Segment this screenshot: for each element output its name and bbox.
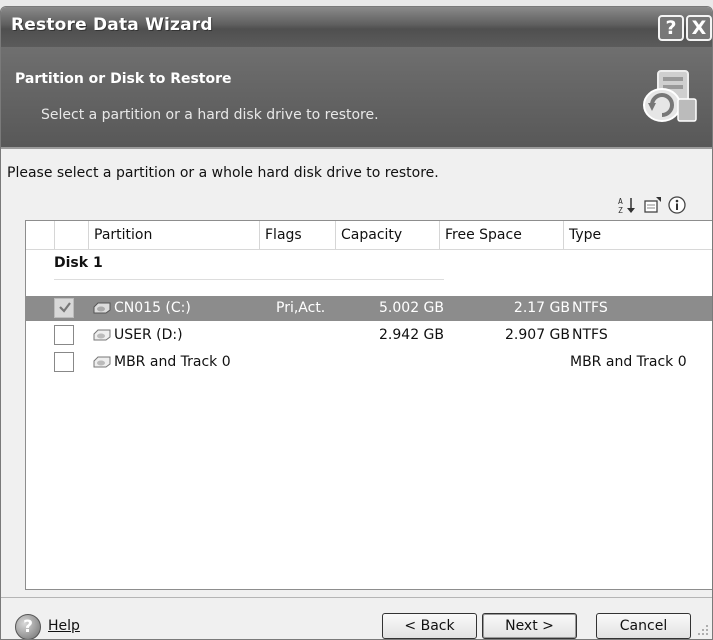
column-free-space[interactable]: Free Space bbox=[439, 221, 563, 249]
column-type[interactable]: Type bbox=[563, 221, 712, 249]
help-icon[interactable]: ? bbox=[15, 614, 41, 639]
step-title: Partition or Disk to Restore bbox=[15, 71, 232, 87]
partition-free-space: 2.17 GB bbox=[513, 300, 570, 316]
table-row[interactable]: MBR and Track 0 MBR and Track 0 bbox=[26, 350, 712, 375]
partition-name: MBR and Track 0 bbox=[114, 354, 231, 370]
partition-name: CN015 (C:) bbox=[114, 300, 191, 316]
header-separator bbox=[1, 147, 712, 149]
svg-text:Z: Z bbox=[618, 206, 623, 215]
next-button[interactable]: Next > bbox=[482, 613, 577, 639]
partition-free-space bbox=[439, 350, 570, 375]
partition-type: MBR and Track 0 bbox=[570, 354, 687, 370]
column-flags[interactable]: Flags bbox=[259, 221, 335, 249]
column-partition[interactable]: Partition bbox=[88, 221, 259, 249]
step-subtitle: Select a partition or a hard disk drive … bbox=[41, 107, 379, 123]
back-button[interactable]: < Back bbox=[382, 613, 477, 639]
hard-drive-icon bbox=[93, 302, 111, 314]
instruction-text: Please select a partition or a whole har… bbox=[7, 165, 439, 181]
help-title-button[interactable]: ? bbox=[658, 15, 684, 41]
partition-capacity: 5.002 GB bbox=[379, 300, 444, 316]
hard-drive-icon bbox=[93, 329, 111, 341]
hard-drive-icon bbox=[93, 356, 111, 368]
resize-grip-icon[interactable] bbox=[697, 624, 709, 636]
partition-capacity: 2.942 GB bbox=[379, 327, 444, 343]
footer-separator bbox=[1, 597, 712, 598]
row-checkbox[interactable] bbox=[54, 325, 74, 345]
partition-capacity bbox=[335, 350, 444, 375]
partition-list[interactable]: Partition Flags Capacity Free Space Type… bbox=[25, 220, 712, 590]
row-checkbox[interactable] bbox=[54, 352, 74, 372]
help-link[interactable]: Help bbox=[48, 618, 80, 634]
group-divider bbox=[54, 279, 444, 280]
checkmark-icon bbox=[59, 302, 71, 313]
cancel-button[interactable]: Cancel bbox=[596, 613, 691, 639]
window-title: Restore Data Wizard bbox=[11, 15, 213, 35]
partition-name: USER (D:) bbox=[114, 327, 183, 343]
table-row[interactable]: CN015 (C:) Pri,Act. 5.002 GB 2.17 GB NTF… bbox=[26, 296, 712, 321]
restore-wizard-icon bbox=[643, 70, 697, 122]
disk-group-label: Disk 1 bbox=[54, 255, 103, 271]
partition-type: NTFS bbox=[572, 327, 608, 343]
partition-type: NTFS bbox=[572, 300, 608, 316]
wizard-header: Partition or Disk to Restore Select a pa… bbox=[1, 47, 712, 147]
svg-text:A: A bbox=[618, 197, 623, 206]
properties-icon[interactable] bbox=[643, 195, 663, 215]
column-header: Partition Flags Capacity Free Space Type bbox=[26, 221, 712, 250]
close-button[interactable]: X bbox=[686, 15, 712, 41]
table-row[interactable]: USER (D:) 2.942 GB 2.907 GB NTFS bbox=[26, 323, 712, 348]
row-checkbox[interactable] bbox=[54, 298, 74, 318]
info-icon[interactable] bbox=[667, 195, 687, 215]
partition-flags: Pri,Act. bbox=[276, 300, 326, 316]
column-capacity[interactable]: Capacity bbox=[335, 221, 439, 249]
title-bar: Restore Data Wizard ? X bbox=[1, 7, 712, 47]
sort-icon[interactable]: A Z bbox=[617, 195, 637, 215]
wizard-window: Restore Data Wizard ? X Partition or Dis… bbox=[0, 6, 713, 640]
partition-free-space: 2.907 GB bbox=[505, 327, 570, 343]
column-checkbox[interactable] bbox=[54, 221, 88, 249]
